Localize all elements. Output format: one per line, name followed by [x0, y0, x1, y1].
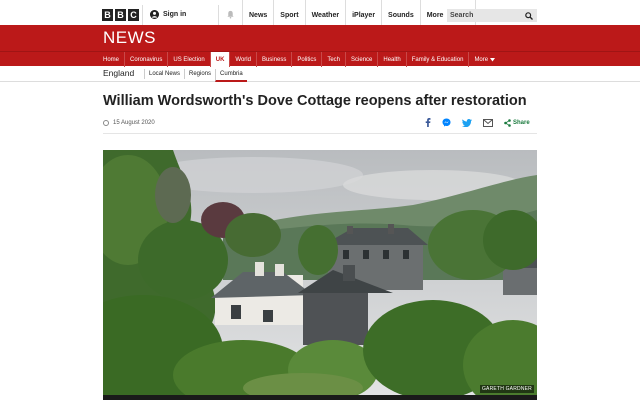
share-label: Share [513, 119, 530, 126]
user-icon [150, 10, 159, 19]
image-caption-bar [103, 395, 537, 400]
bbc-logo-letter: B [102, 9, 113, 21]
nav-more[interactable]: More [469, 52, 500, 67]
bbc-logo[interactable]: B B C [102, 9, 139, 21]
nav-home[interactable]: Home [98, 52, 126, 67]
nav-uk[interactable]: UK [210, 52, 231, 67]
share-tools: Share [425, 118, 530, 127]
article-meta: 15 August 2020 [103, 120, 155, 126]
facebook-icon[interactable] [425, 118, 431, 127]
nav-science[interactable]: Science [346, 52, 379, 67]
divider [142, 5, 143, 25]
notifications-bell-icon[interactable] [226, 10, 235, 19]
nav-coronavirus[interactable]: Coronavirus [125, 52, 169, 67]
subnav-local-news[interactable]: Local News [144, 69, 184, 79]
nav-world[interactable]: World [230, 52, 257, 67]
subnav-regions[interactable]: Regions [184, 69, 215, 79]
email-icon[interactable] [483, 118, 493, 127]
search-icon[interactable] [525, 11, 533, 20]
sub-nav: England Local News Regions Cumbria [0, 66, 640, 82]
search-box[interactable]: Search [447, 9, 537, 22]
bbc-logo-letter: C [128, 9, 139, 21]
nav-us-election[interactable]: US Election [168, 52, 211, 67]
divider [218, 5, 219, 25]
messenger-icon[interactable] [442, 118, 451, 127]
article-hero-image: GARETH GARDNER [103, 150, 537, 395]
divider [103, 133, 537, 134]
region-title[interactable]: England [103, 68, 134, 78]
top-nav-more-label: More [426, 11, 444, 19]
chevron-down-icon [490, 57, 496, 61]
article-date: 15 August 2020 [113, 120, 155, 126]
share-button[interactable]: Share [504, 118, 530, 127]
share-icon [504, 118, 511, 127]
article-headline: William Wordsworth's Dove Cottage reopen… [103, 93, 527, 109]
image-credit: GARETH GARDNER [479, 385, 534, 393]
nav-business[interactable]: Business [257, 52, 293, 67]
news-header: NEWS [0, 25, 640, 51]
nav-tech[interactable]: Tech [322, 52, 347, 67]
sign-in-label: Sign in [163, 11, 187, 18]
nav-family-education[interactable]: Family & Education [407, 52, 470, 67]
news-logo[interactable]: NEWS [103, 28, 156, 48]
search-placeholder: Search [450, 12, 474, 19]
main-nav: Home Coronavirus US Election UK World Bu… [0, 51, 640, 67]
twitter-icon[interactable] [462, 118, 472, 127]
nav-politics[interactable]: Politics [292, 52, 323, 67]
nav-more-label: More [474, 56, 489, 63]
bbc-logo-letter: B [115, 9, 126, 21]
nav-health[interactable]: Health [378, 52, 407, 67]
sign-in-link[interactable]: Sign in [150, 10, 186, 19]
subnav-cumbria[interactable]: Cumbria [215, 69, 247, 82]
clock-icon [103, 120, 109, 126]
dove-cottage-photo [103, 150, 537, 395]
